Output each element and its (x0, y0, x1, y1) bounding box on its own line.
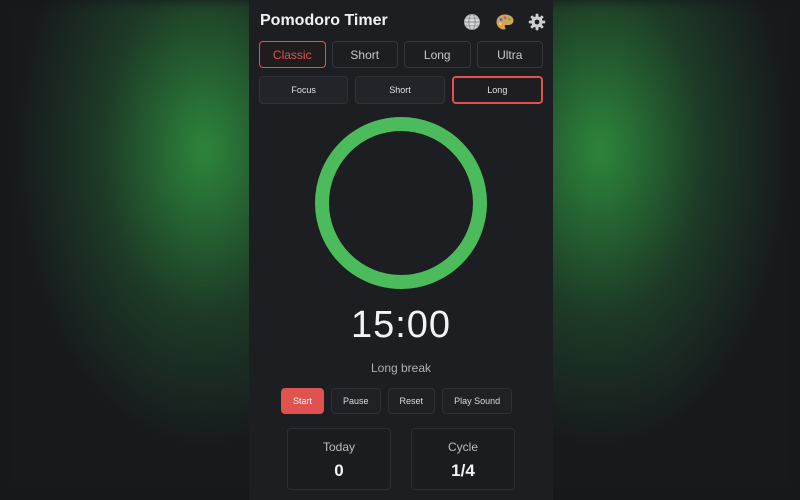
gear-icon[interactable] (526, 11, 548, 33)
timer-display: 15:00 (350, 304, 452, 346)
preset-classic-button[interactable]: Classic (259, 41, 326, 68)
pause-button[interactable]: Pause (331, 388, 381, 414)
reset-button[interactable]: Reset (387, 388, 436, 414)
progress-ring (312, 114, 490, 292)
globe-icon[interactable] (461, 11, 483, 33)
timer-controls: Start Pause Reset Play Sound (281, 388, 513, 414)
cycle-stat-label: Cycle (447, 440, 478, 454)
preset-selector: Classic Short Long Ultra (259, 41, 543, 68)
preset-ultra-button[interactable]: Ultra (476, 41, 543, 68)
play-sound-button[interactable]: Play Sound (442, 388, 513, 414)
app-title: Pomodoro Timer (260, 12, 388, 29)
cycle-stat-card: Cycle 1/4 (411, 428, 515, 490)
stats-panel: Today 0 Cycle 1/4 (287, 428, 515, 490)
today-stat-label: Today (322, 440, 356, 454)
mode-long-break-button[interactable]: Long (451, 76, 543, 104)
mode-selector: Focus Short Long (259, 76, 543, 104)
mode-focus-button[interactable]: Focus (259, 76, 349, 104)
palette-icon[interactable] (494, 11, 516, 33)
cycle-stat-value: 1/4 (451, 461, 475, 480)
progress-ring-arc (315, 117, 487, 289)
mode-short-break-button[interactable]: Short (355, 76, 445, 104)
today-stat-value: 0 (334, 461, 344, 480)
preset-short-button[interactable]: Short (331, 41, 398, 68)
today-stat-card: Today 0 (287, 428, 391, 490)
app-window: Pomodoro Timer Classic Short Long Ultra … (249, 0, 553, 500)
timer-mode-label: Long break (370, 361, 432, 375)
start-button[interactable]: Start (281, 388, 325, 414)
preset-long-button[interactable]: Long (404, 41, 471, 68)
app-header: Pomodoro Timer (260, 10, 546, 34)
